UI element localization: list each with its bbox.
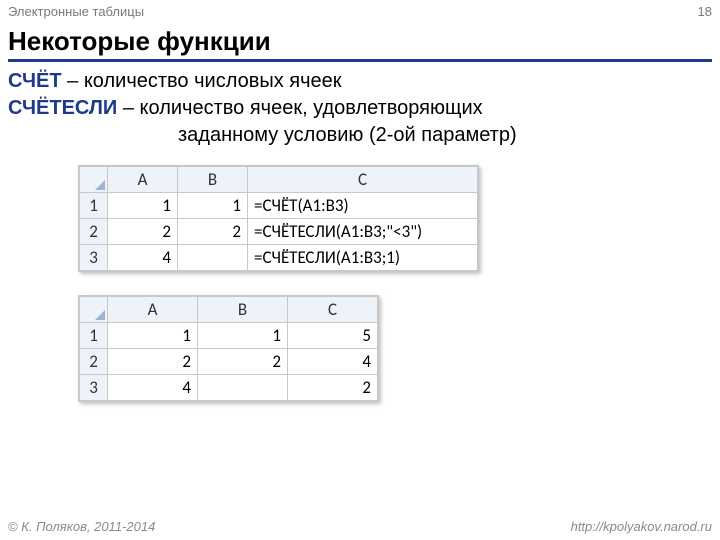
row-header[interactable]: 2 [80,219,108,245]
cell[interactable]: 1 [178,193,248,219]
footer-url: http://kpolyakov.narod.ru [571,519,712,534]
column-header[interactable]: C [248,167,478,193]
footer: © К. Поляков, 2011-2014 http://kpolyakov… [8,519,712,534]
cell[interactable]: 2 [178,219,248,245]
row-header[interactable]: 2 [80,349,108,375]
select-all-corner[interactable] [80,297,108,323]
cell[interactable] [198,375,288,401]
cell[interactable]: =СЧЁТЕСЛИ(A1:B3;1) [248,245,478,271]
page-number: 18 [698,4,712,19]
cell[interactable]: 2 [198,349,288,375]
func-count-name: СЧЁТ [8,70,62,92]
cell[interactable]: 2 [288,375,378,401]
cell[interactable]: 5 [288,323,378,349]
select-all-corner[interactable] [80,167,108,193]
cell[interactable]: 1 [198,323,288,349]
func-countif-name: СЧЁТЕСЛИ [8,97,117,119]
func-countif-desc: – количество ячеек, удовлетворяющих [117,97,482,119]
body: СЧЁТ – количество числовых ячеек СЧЁТЕСЛ… [8,68,712,425]
header-topic: Электронные таблицы [8,4,144,19]
corner-triangle-icon [95,310,105,320]
spreadsheets: ABC111=СЧЁТ(A1:B3)222=СЧЁТЕСЛИ(A1:B3;"<3… [78,165,712,425]
cell[interactable]: 2 [108,219,178,245]
cell[interactable]: 4 [288,349,378,375]
column-header[interactable]: A [108,167,178,193]
func-count-line: СЧЁТ – количество числовых ячеек [8,68,712,95]
column-header[interactable]: C [288,297,378,323]
cell[interactable]: 4 [108,375,198,401]
row-header[interactable]: 1 [80,193,108,219]
row-header[interactable]: 3 [80,245,108,271]
cell[interactable]: 1 [108,323,198,349]
cell[interactable]: 1 [108,193,178,219]
cell[interactable] [178,245,248,271]
column-header[interactable]: A [108,297,198,323]
corner-triangle-icon [95,180,105,190]
footer-copyright: © К. Поляков, 2011-2014 [8,519,155,534]
slide-title: Некоторые функции [8,26,712,62]
row-header[interactable]: 3 [80,375,108,401]
func-count-desc: – количество числовых ячеек [62,70,342,92]
cell[interactable]: 4 [108,245,178,271]
func-countif-line2: заданному условию (2-ой параметр) [178,122,712,149]
cell[interactable]: 2 [108,349,198,375]
column-header[interactable]: B [178,167,248,193]
func-countif-line: СЧЁТЕСЛИ – количество ячеек, удовлетворя… [8,95,712,122]
column-header[interactable]: B [198,297,288,323]
spreadsheet: ABC111=СЧЁТ(A1:B3)222=СЧЁТЕСЛИ(A1:B3;"<3… [78,165,479,272]
cell[interactable]: =СЧЁТЕСЛИ(A1:B3;"<3") [248,219,478,245]
cell[interactable]: =СЧЁТ(A1:B3) [248,193,478,219]
spreadsheet: ABC11152224342 [78,295,379,402]
row-header[interactable]: 1 [80,323,108,349]
header: Электронные таблицы 18 [8,4,712,19]
